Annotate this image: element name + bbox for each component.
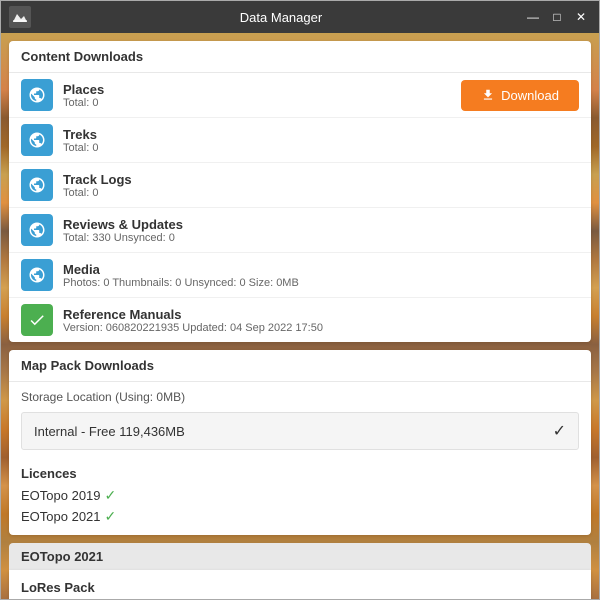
- licences-title: Licences: [21, 466, 579, 481]
- reviews-icon: [21, 214, 53, 246]
- licence-eotopo2019-check: ✓: [105, 487, 117, 504]
- places-detail: Total: 0: [63, 97, 461, 109]
- media-text: Media Photos: 0 Thumbnails: 0 Unsynced: …: [63, 262, 579, 289]
- storage-label: Storage Location (Using: 0MB): [9, 382, 591, 412]
- places-row: Places Total: 0 Download: [21, 79, 579, 111]
- reviews-text: Reviews & Updates Total: 330 Unsynced: 0: [63, 217, 579, 244]
- content-downloads-card: Content Downloads Places Total: 0 Downlo…: [9, 41, 591, 342]
- pack-name: LoRes Pack: [21, 580, 579, 595]
- licence-eotopo2021: EOTopo 2021 ✓: [21, 506, 579, 527]
- treks-icon: [21, 124, 53, 156]
- download-button-label: Download: [501, 88, 559, 103]
- tracklogs-icon: [21, 169, 53, 201]
- media-item: Media Photos: 0 Thumbnails: 0 Unsynced: …: [9, 253, 591, 298]
- reference-manuals-icon: [21, 304, 53, 336]
- licence-eotopo2019: EOTopo 2019 ✓: [21, 485, 579, 506]
- close-button[interactable]: ✕: [571, 7, 591, 27]
- places-item: Places Total: 0 Download: [9, 73, 591, 118]
- treks-text: Treks Total: 0: [63, 127, 579, 154]
- reviews-name: Reviews & Updates: [63, 217, 579, 232]
- reference-manuals-item: Reference Manuals Version: 060820221935 …: [9, 298, 591, 342]
- reference-manuals-text: Reference Manuals Version: 060820221935 …: [63, 307, 579, 334]
- media-icon: [21, 259, 53, 291]
- media-detail: Photos: 0 Thumbnails: 0 Unsynced: 0 Size…: [63, 277, 579, 289]
- storage-option-text: Internal - Free 119,436MB: [34, 424, 553, 439]
- licence-eotopo2019-label: EOTopo 2019: [21, 488, 101, 503]
- eotopo-header: EOTopo 2021: [9, 543, 591, 570]
- reference-manuals-detail: Version: 060820221935 Updated: 04 Sep 20…: [63, 322, 579, 334]
- storage-selected-icon: ✓: [553, 421, 566, 441]
- licence-eotopo2021-label: EOTopo 2021: [21, 509, 101, 524]
- tracklogs-item: Track Logs Total: 0: [9, 163, 591, 208]
- window-controls: — □ ✕: [523, 7, 591, 27]
- treks-name: Treks: [63, 127, 579, 142]
- window-content: Content Downloads Places Total: 0 Downlo…: [1, 33, 599, 599]
- treks-detail: Total: 0: [63, 142, 579, 154]
- pack-card: LoRes Pack Installed Version: 2021 Tiles…: [9, 570, 591, 599]
- treks-item: Treks Total: 0: [9, 118, 591, 163]
- content-downloads-header: Content Downloads: [9, 41, 591, 73]
- app-logo: [9, 6, 31, 28]
- reference-manuals-name: Reference Manuals: [63, 307, 579, 322]
- tracklogs-text: Track Logs Total: 0: [63, 172, 579, 199]
- tracklogs-name: Track Logs: [63, 172, 579, 187]
- maximize-button[interactable]: □: [547, 7, 567, 27]
- reviews-detail: Total: 330 Unsynced: 0: [63, 232, 579, 244]
- main-window: Data Manager — □ ✕ Content Downloads Pla…: [0, 0, 600, 600]
- minimize-button[interactable]: —: [523, 7, 543, 27]
- places-name: Places: [63, 82, 461, 97]
- title-bar: Data Manager — □ ✕: [1, 1, 599, 33]
- licences-section: Licences EOTopo 2019 ✓ EOTopo 2021 ✓: [9, 458, 591, 535]
- media-name: Media: [63, 262, 579, 277]
- download-button[interactable]: Download: [461, 80, 579, 111]
- places-icon: [21, 79, 53, 111]
- window-title: Data Manager: [39, 10, 523, 25]
- storage-option[interactable]: Internal - Free 119,436MB ✓: [21, 412, 579, 450]
- map-pack-downloads-card: Map Pack Downloads Storage Location (Usi…: [9, 350, 591, 535]
- places-text: Places Total: 0: [63, 82, 461, 109]
- tracklogs-detail: Total: 0: [63, 187, 579, 199]
- map-pack-downloads-header: Map Pack Downloads: [9, 350, 591, 382]
- licence-eotopo2021-check: ✓: [105, 508, 117, 525]
- reviews-item: Reviews & Updates Total: 330 Unsynced: 0: [9, 208, 591, 253]
